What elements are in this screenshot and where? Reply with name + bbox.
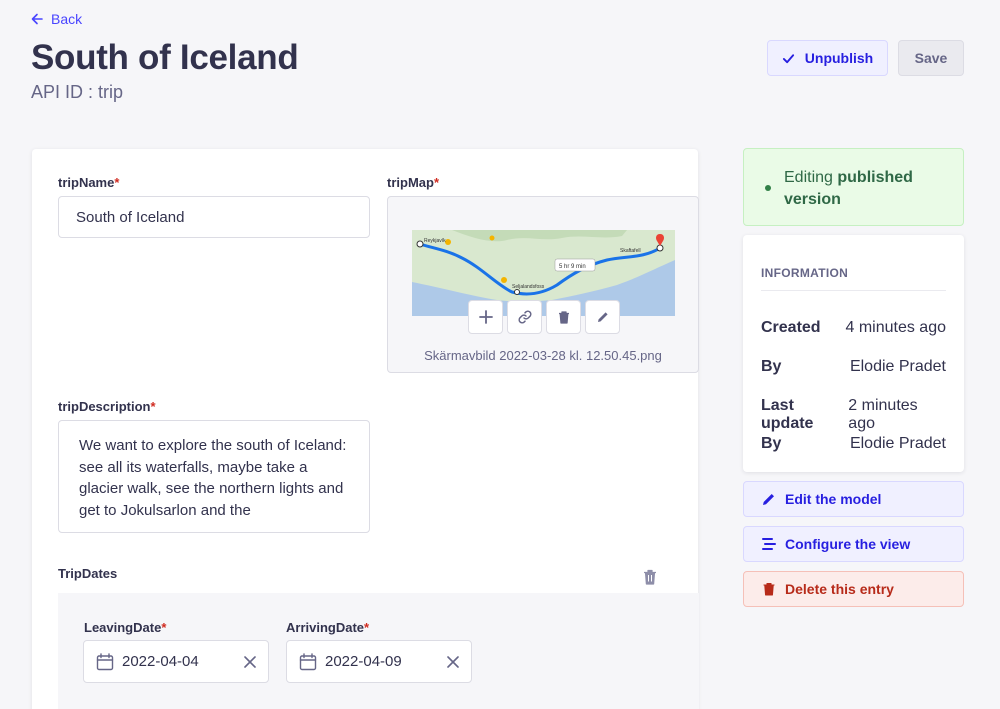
tripname-label: tripName*	[58, 175, 120, 190]
link-icon	[517, 310, 532, 324]
leavingdate-input[interactable]: 2022-04-04	[83, 640, 269, 683]
tripdates-label: TripDates	[58, 566, 118, 581]
media-actions	[468, 300, 620, 334]
media-filename: Skärmavbild 2022-03-28 kl. 12.50.45.png	[424, 348, 662, 363]
edit-form-card: tripName* South of Iceland tripMap* 5 hr…	[32, 149, 699, 709]
arrivingdate-value: 2022-04-09	[325, 653, 402, 670]
plus-icon	[478, 310, 493, 324]
tripname-input[interactable]: South of Iceland	[58, 196, 370, 238]
delete-entry-button[interactable]: Delete this entry	[743, 571, 964, 607]
calendar-icon	[96, 652, 114, 670]
information-card: INFORMATION Created 4 minutes ago By Elodi…	[743, 235, 964, 472]
tripmap-media-field[interactable]: 5 hr 9 min Reykjavík Seljalandsfoss Skaf…	[387, 196, 699, 373]
arrivingdate-label: ArrivingDate*	[286, 620, 370, 635]
divider	[761, 290, 946, 291]
api-id: API ID : trip	[31, 82, 124, 102]
edit-model-label: Edit the model	[785, 491, 882, 507]
tripdates-component: LeavingDate* 2022-04-04 ArrivingDate* 20…	[58, 593, 699, 709]
leavingdate-label: LeavingDate*	[84, 620, 167, 635]
delete-media-button[interactable]	[546, 300, 581, 334]
svg-text:Seljalandsfoss: Seljalandsfoss	[512, 284, 545, 290]
save-button[interactable]: Save	[898, 40, 964, 76]
pencil-icon	[763, 494, 774, 505]
back-label: Back	[51, 11, 83, 27]
trash-icon	[558, 311, 569, 324]
svg-text:5 hr 9 min: 5 hr 9 min	[559, 264, 586, 270]
info-row-last-update: Last update 2 minutes ago	[761, 397, 918, 432]
trash-icon	[763, 582, 775, 596]
svg-text:Skaftafell: Skaftafell	[620, 248, 641, 254]
status-dot	[765, 185, 771, 191]
status-text: Editing published version	[784, 169, 913, 208]
copy-link-button[interactable]	[507, 300, 542, 334]
edit-media-button[interactable]	[585, 300, 620, 334]
add-media-button[interactable]	[468, 300, 503, 334]
configure-view-label: Configure the view	[785, 536, 911, 552]
unpublish-label: Unpublish	[804, 50, 874, 66]
leavingdate-value: 2022-04-04	[122, 653, 199, 670]
delete-component-icon[interactable]	[643, 569, 657, 585]
arrow-left-icon	[31, 13, 43, 25]
info-row-created: Created 4 minutes ago	[761, 319, 946, 336]
configure-view-button[interactable]: Configure the view	[743, 526, 964, 562]
check-icon	[782, 53, 794, 63]
tripdescription-label: tripDescription*	[58, 399, 156, 414]
layout-icon	[762, 538, 776, 550]
edit-model-button[interactable]: Edit the model	[743, 481, 964, 517]
back-link[interactable]: Back	[31, 11, 82, 27]
tripmap-label: tripMap*	[387, 175, 440, 190]
tripdescription-textarea[interactable]: We want to explore the south of Iceland:…	[58, 420, 370, 533]
clear-icon[interactable]	[447, 655, 459, 668]
unpublish-button[interactable]: Unpublish	[767, 40, 888, 76]
clear-icon[interactable]	[244, 655, 256, 668]
arrivingdate-input[interactable]: 2022-04-09	[286, 640, 472, 683]
info-row-created-by: By Elodie Pradet	[761, 358, 946, 375]
information-title: INFORMATION	[761, 266, 849, 280]
pencil-icon	[597, 312, 608, 322]
calendar-icon	[299, 652, 317, 670]
info-row-updated-by: By Elodie Pradet	[761, 435, 946, 452]
status-box: Editing published version	[743, 148, 964, 226]
page-title: South of Iceland	[31, 38, 299, 77]
delete-entry-label: Delete this entry	[785, 581, 894, 597]
svg-text:Reykjavík: Reykjavík	[424, 238, 446, 244]
